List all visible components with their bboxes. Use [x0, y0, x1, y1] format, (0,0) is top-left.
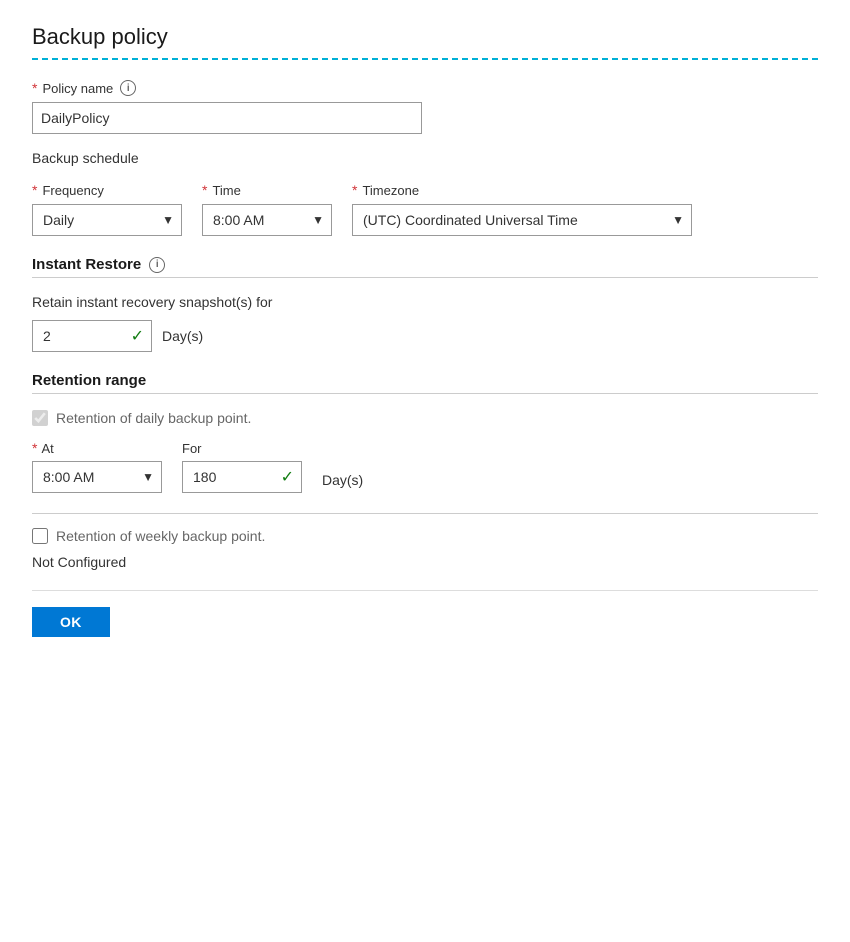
for-field-group: For ✓ [182, 441, 302, 493]
bottom-section-divider [32, 513, 818, 514]
at-select-wrapper: 8:00 AM ▼ [32, 461, 162, 493]
retain-label: Retain instant recovery snapshot(s) for [32, 294, 818, 310]
page-title: Backup policy [32, 24, 818, 50]
weekly-backup-checkbox-label: Retention of weekly backup point. [56, 528, 265, 544]
frequency-select-wrapper: Daily Weekly ▼ [32, 204, 182, 236]
instant-restore-info-icon[interactable]: i [149, 257, 165, 273]
instant-restore-header: Instant Restore i [32, 256, 818, 273]
daily-backup-checkbox-row: Retention of daily backup point. [32, 410, 818, 426]
timezone-select-wrapper: (UTC) Coordinated Universal Time ▼ [352, 204, 692, 236]
time-field-group: * Time 8:00 AM ▼ [202, 182, 332, 236]
at-field-group: * At 8:00 AM ▼ [32, 440, 162, 493]
frequency-text: Frequency [42, 183, 103, 198]
top-divider [32, 58, 818, 60]
instant-restore-section: Instant Restore i Retain instant recover… [32, 256, 818, 352]
snapshot-days-wrapper: ✓ [32, 320, 152, 352]
frequency-select[interactable]: Daily Weekly [32, 204, 182, 236]
retention-range-divider [32, 393, 818, 394]
at-for-row: * At 8:00 AM ▼ For ✓ [32, 440, 818, 493]
required-star-at: * [32, 440, 37, 456]
timezone-text: Timezone [362, 183, 419, 198]
policy-name-label: * Policy name i [32, 80, 818, 96]
retention-range-section: Retention range Retention of daily backu… [32, 372, 818, 570]
policy-name-text: Policy name [42, 81, 113, 96]
at-text: At [41, 441, 53, 456]
timezone-select[interactable]: (UTC) Coordinated Universal Time [352, 204, 692, 236]
at-time-select[interactable]: 8:00 AM [32, 461, 162, 493]
time-text: Time [212, 183, 240, 198]
backup-policy-panel: Backup policy * Policy name i Backup sch… [0, 0, 850, 942]
instant-restore-divider [32, 277, 818, 278]
snapshot-days-input[interactable] [32, 320, 152, 352]
for-days-label: Day(s) [322, 472, 363, 488]
daily-backup-checkbox[interactable] [32, 410, 48, 426]
for-label: For [182, 441, 302, 456]
policy-name-info-icon[interactable]: i [120, 80, 136, 96]
timezone-label: * Timezone [352, 182, 692, 198]
time-select[interactable]: 8:00 AM [202, 204, 332, 236]
for-value-input[interactable] [182, 461, 302, 493]
time-label: * Time [202, 182, 332, 198]
timezone-field-group: * Timezone (UTC) Coordinated Universal T… [352, 182, 692, 236]
backup-schedule-section: Backup schedule * Frequency Daily Weekly… [32, 150, 818, 236]
for-value-wrapper: ✓ [182, 461, 302, 493]
at-label: * At [32, 440, 162, 456]
time-select-wrapper: 8:00 AM ▼ [202, 204, 332, 236]
required-star-tz: * [352, 182, 357, 198]
snapshot-row: ✓ Day(s) [32, 320, 818, 352]
weekly-backup-checkbox[interactable] [32, 528, 48, 544]
not-configured-label: Not Configured [32, 554, 818, 570]
retention-range-header: Retention range [32, 372, 818, 389]
required-star-policy: * [32, 80, 37, 96]
instant-restore-title: Instant Restore [32, 256, 141, 273]
schedule-fields-row: * Frequency Daily Weekly ▼ * Time [32, 182, 818, 236]
snapshot-days-label: Day(s) [162, 328, 203, 344]
policy-name-section: * Policy name i [32, 80, 818, 134]
retention-range-title: Retention range [32, 372, 146, 389]
required-star-time: * [202, 182, 207, 198]
required-star-freq: * [32, 182, 37, 198]
weekly-backup-checkbox-row: Retention of weekly backup point. [32, 528, 818, 544]
ok-button[interactable]: OK [32, 607, 110, 637]
policy-name-input[interactable] [32, 102, 422, 134]
daily-backup-checkbox-label: Retention of daily backup point. [56, 410, 251, 426]
footer-divider [32, 590, 818, 591]
for-text: For [182, 441, 202, 456]
frequency-field-group: * Frequency Daily Weekly ▼ [32, 182, 182, 236]
frequency-label: * Frequency [32, 182, 182, 198]
backup-schedule-label: Backup schedule [32, 150, 818, 166]
